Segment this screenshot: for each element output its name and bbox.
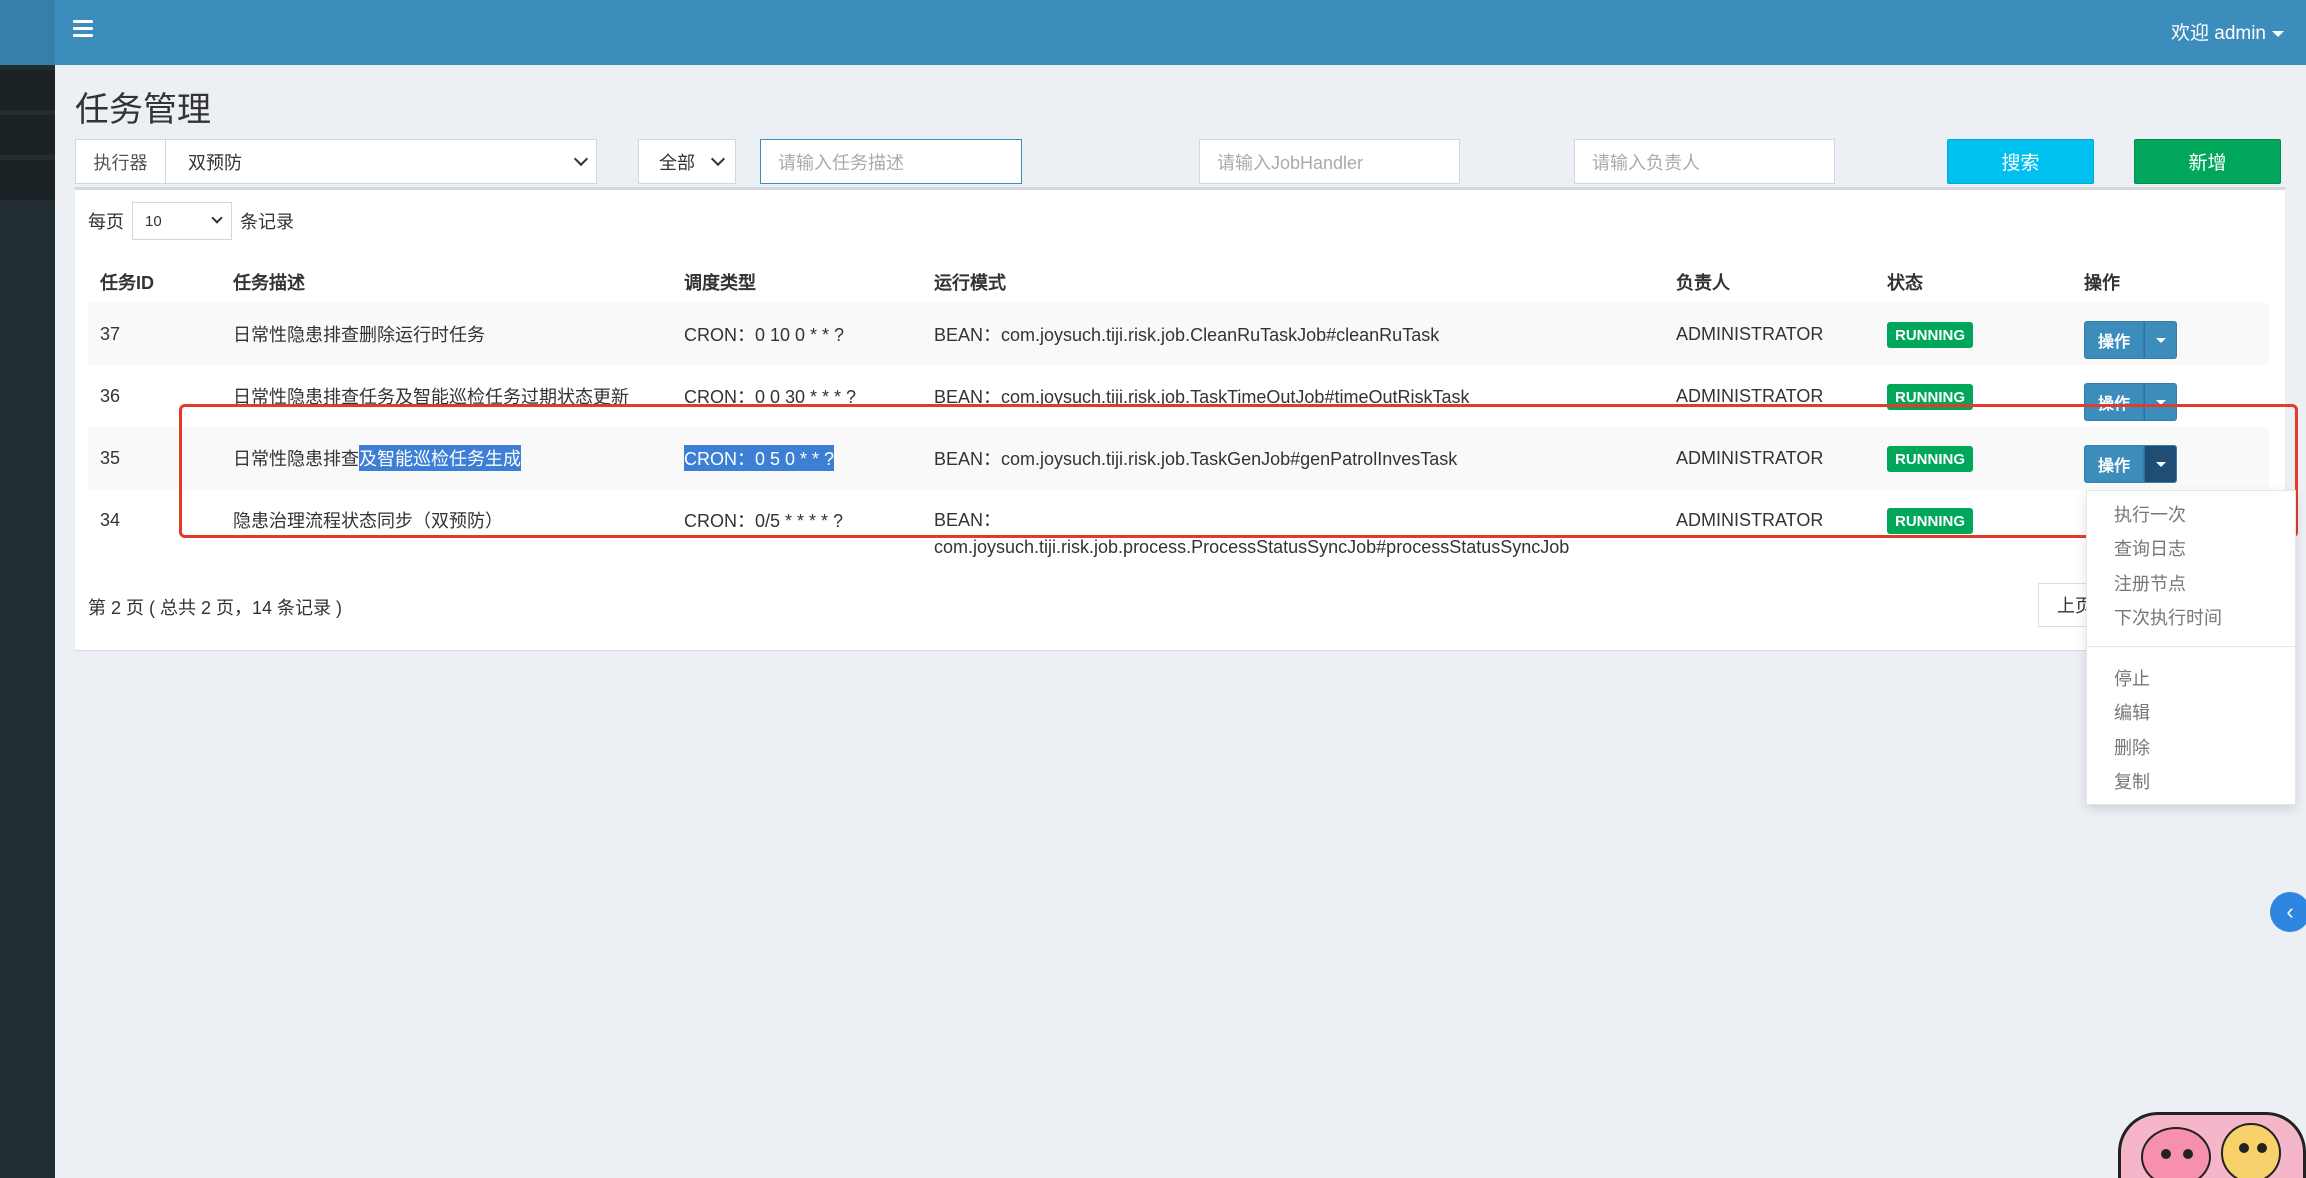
menu-item-delete[interactable]: 删除	[2114, 734, 2150, 760]
user-menu[interactable]: 欢迎 admin	[2171, 18, 2284, 45]
chevron-down-icon	[710, 151, 726, 166]
caret-down-icon	[2155, 461, 2166, 467]
length-prefix: 每页	[88, 212, 124, 232]
job-id: 37	[100, 323, 121, 344]
user-menu-label: 欢迎 admin	[2170, 23, 2266, 44]
page-length-value: 10	[145, 212, 162, 230]
sidebar-menu-item[interactable]	[0, 160, 55, 200]
job-cron: CRON：0 0 30 * * * ?	[684, 387, 857, 407]
table-row: 37 日常性隐患排查删除运行时任务 CRON：0 10 0 * * ? BEAN…	[88, 303, 2269, 365]
menu-divider	[2087, 646, 2295, 647]
operation-button-group: 操作	[2084, 321, 2177, 359]
job-desc-input[interactable]: 请输入任务描述	[760, 139, 1022, 184]
operation-button[interactable]: 操作	[2084, 321, 2144, 359]
job-id: 35	[100, 447, 121, 468]
operation-dropdown-menu: 执行一次 查询日志 注册节点 下次执行时间 停止 编辑 删除 复制	[2086, 490, 2296, 805]
chevron-down-icon	[573, 151, 589, 166]
top-navbar: 欢迎 admin	[55, 0, 2306, 65]
menu-item-next-trigger-time[interactable]: 下次执行时间	[2114, 604, 2222, 630]
page-title: 任务管理	[75, 91, 211, 129]
status-select-value: 全部	[659, 152, 695, 173]
job-cron: CRON：0/5 * * * * ?	[684, 511, 844, 531]
chevron-down-icon	[211, 212, 223, 224]
column-header-desc[interactable]: 任务描述	[233, 269, 305, 295]
filter-row: 执行器 双预防 全部 请输入任务描述 请输入JobHandler 请输入负责人 …	[75, 139, 2285, 184]
executor-select[interactable]: 双预防	[166, 140, 596, 183]
status-select[interactable]: 全部	[638, 139, 736, 184]
status-badge: RUNNING	[1887, 322, 1973, 348]
mascot-sticker	[2118, 1112, 2306, 1178]
job-mode: BEAN：com.joysuch.tiji.risk.job.CleanRuTa…	[934, 325, 1440, 345]
column-header-run-mode[interactable]: 运行模式	[934, 269, 1006, 295]
column-header-schedule-type[interactable]: 调度类型	[684, 269, 756, 295]
table-row: 34 隐患治理流程状态同步（双预防） CRON：0/5 * * * * ? BE…	[88, 489, 2269, 557]
status-badge: RUNNING	[1887, 508, 1973, 534]
executor-value: 双预防	[188, 152, 242, 173]
job-author: ADMINISTRATOR	[1676, 385, 1824, 406]
table-info: 第 2 页 ( 总共 2 页，14 条记录 )	[88, 598, 343, 618]
sidebar-menu-item[interactable]	[0, 70, 55, 110]
job-author: ADMINISTRATOR	[1676, 509, 1824, 530]
column-header-id[interactable]: 任务ID	[100, 269, 154, 295]
operation-dropdown-toggle[interactable]	[2144, 321, 2177, 359]
caret-down-icon	[2272, 30, 2284, 37]
job-id: 36	[100, 385, 121, 406]
job-desc-selected-text: 及智能巡检任务生成	[359, 445, 521, 471]
job-author: ADMINISTRATOR	[1676, 323, 1824, 344]
menu-item-copy[interactable]: 复制	[2114, 768, 2150, 794]
job-mode: BEAN： com.joysuch.tiji.risk.job.process.…	[934, 489, 1569, 557]
length-suffix: 条记录	[240, 212, 294, 232]
hamburger-menu-icon[interactable]	[73, 20, 93, 40]
operation-button[interactable]: 操作	[2084, 445, 2144, 483]
job-id: 34	[100, 509, 121, 530]
caret-down-icon	[2155, 399, 2166, 405]
job-desc-part: 日常性隐患排查	[233, 449, 359, 469]
operation-button-group: 操作	[2084, 383, 2177, 421]
job-desc: 日常性隐患排查 及智能巡检任务生成	[233, 427, 521, 489]
job-handler-input[interactable]: 请输入JobHandler	[1199, 139, 1460, 184]
menu-item-stop[interactable]: 停止	[2114, 665, 2150, 691]
status-badge: RUNNING	[1887, 446, 1973, 472]
job-cron: CRON：0 10 0 * * ?	[684, 325, 845, 345]
left-sidebar	[0, 0, 55, 1178]
job-desc: 隐患治理流程状态同步（双预防）	[233, 511, 503, 531]
sidebar-menu-item[interactable]	[0, 115, 55, 155]
job-cron: CRON：0 5 0 * * ?	[684, 427, 835, 489]
job-mode: BEAN：com.joysuch.tiji.risk.job.TaskTimeO…	[934, 387, 1470, 407]
column-header-operation: 操作	[2084, 273, 2120, 293]
operation-button[interactable]: 操作	[2084, 383, 2144, 421]
chevron-left-icon[interactable]: ‹	[2270, 892, 2306, 932]
menu-item-registry[interactable]: 注册节点	[2114, 570, 2186, 596]
operation-dropdown-toggle[interactable]	[2144, 383, 2177, 421]
job-mode: BEAN：com.joysuch.tiji.risk.job.TaskGenJo…	[934, 449, 1458, 469]
status-badge: RUNNING	[1887, 384, 1973, 410]
job-desc: 日常性隐患排查删除运行时任务	[233, 325, 485, 345]
executor-group: 执行器 双预防	[75, 139, 597, 184]
column-header-author[interactable]: 负责人	[1676, 269, 1730, 295]
search-button[interactable]: 搜索	[1947, 139, 2094, 184]
table-row: 36 日常性隐患排查任务及智能巡检任务过期状态更新 CRON：0 0 30 * …	[88, 365, 2269, 427]
job-mode-line: com.joysuch.tiji.risk.job.process.Proces…	[934, 537, 1570, 557]
menu-item-logs[interactable]: 查询日志	[2114, 535, 2186, 561]
operation-button-group: 操作	[2084, 445, 2177, 483]
menu-item-trigger[interactable]: 执行一次	[2114, 501, 2186, 527]
logo-strip	[0, 0, 55, 65]
page-length-control: 每页 10 条记录	[88, 202, 294, 240]
job-desc: 日常性隐患排查任务及智能巡检任务过期状态更新	[233, 387, 629, 407]
job-author: ADMINISTRATOR	[1676, 447, 1824, 468]
column-header-status[interactable]: 状态	[1887, 269, 1923, 295]
job-mode-line: BEAN：	[934, 510, 1002, 530]
page-length-select[interactable]: 10	[132, 202, 232, 240]
job-cron-selected-text: CRON：0 5 0 * * ?	[684, 445, 835, 471]
table-row: 35 日常性隐患排查 及智能巡检任务生成 CRON：0 5 0 * * ? BEA…	[88, 427, 2269, 489]
caret-down-icon	[2155, 337, 2166, 343]
menu-item-edit[interactable]: 编辑	[2114, 699, 2150, 725]
operation-dropdown-toggle[interactable]	[2144, 445, 2177, 483]
executor-label: 执行器	[76, 140, 166, 183]
add-button[interactable]: 新增	[2134, 139, 2281, 184]
author-input[interactable]: 请输入负责人	[1574, 139, 1835, 184]
